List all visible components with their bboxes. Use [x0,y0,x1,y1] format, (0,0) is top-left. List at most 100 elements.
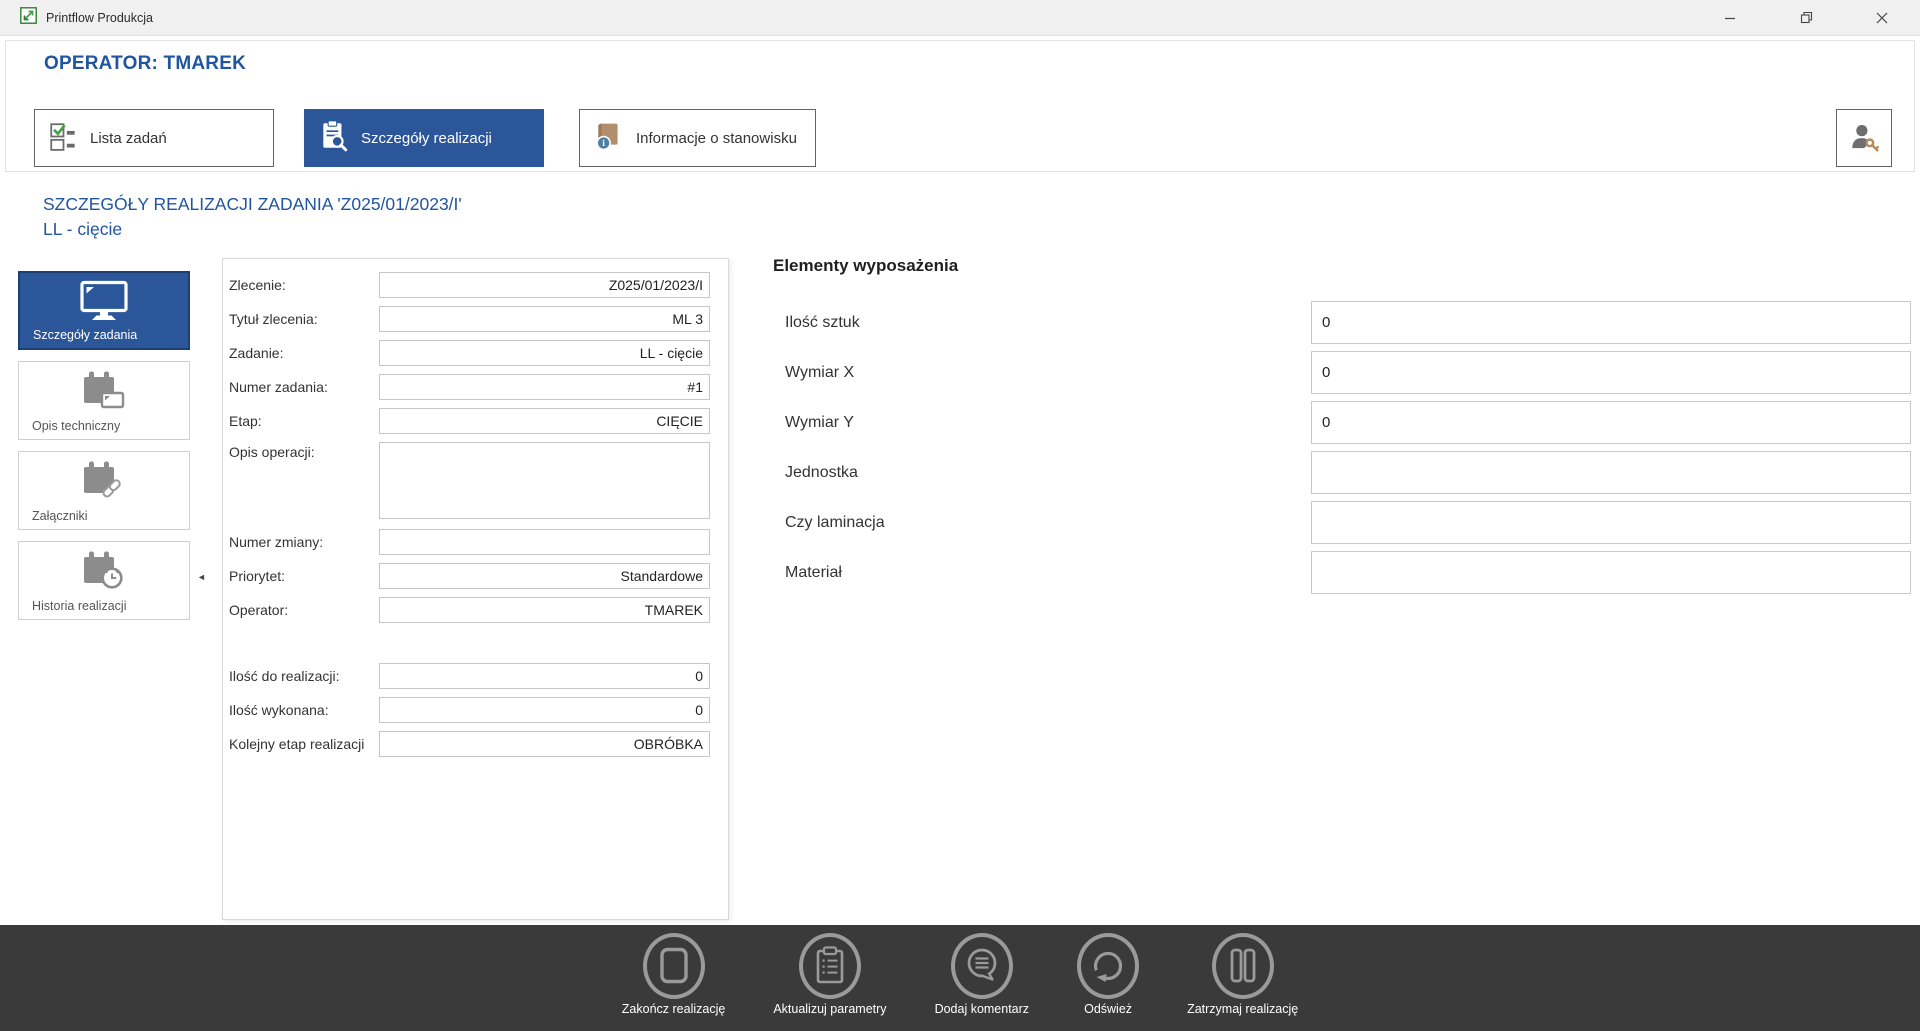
etap-input[interactable] [379,408,710,434]
form-row: Opis operacji: [229,442,710,519]
action-label: Zatrzymaj realizację [1187,1002,1298,1016]
field-label: Operator: [229,602,379,618]
header: OPERATOR: TMAREK Lista zadań [5,40,1915,172]
equipment-label: Czy laminacja [773,514,1311,532]
form-row: Ilość wykonana: [229,697,710,723]
kolejny-etap-input[interactable] [379,731,710,757]
equipment-row: Wymiar Y [773,401,1911,444]
monitor-icon [20,280,188,322]
field-label: Tytuł zlecenia: [229,311,379,327]
user-key-icon [1847,120,1881,157]
numer-zmiany-input[interactable] [379,529,710,555]
sidebar-item-opis-techniczny[interactable]: Opis techniczny [18,361,190,440]
tab-label: Informacje o stanowisku [636,130,797,147]
collapse-sidebar-arrow[interactable]: ◄ [197,572,206,582]
opis-operacji-textarea[interactable] [379,442,710,519]
sidebar: Szczegóły zadania Opis techniczny [18,271,190,620]
material-input[interactable] [1311,551,1911,594]
ilosc-wykonana-input[interactable] [379,697,710,723]
equipment-label: Wymiar Y [773,414,1311,432]
sidebar-item-label: Szczegóły zadania [33,328,137,342]
zadanie-input[interactable] [379,340,710,366]
stop-icon [643,933,705,999]
field-label: Zadanie: [229,345,379,361]
action-label: Zakończ realizację [622,1002,726,1016]
form-row: Etap: [229,408,710,434]
form-row: Operator: [229,597,710,623]
form-row: Zlecenie: [229,272,710,298]
restore-icon [1800,11,1813,24]
user-login-button[interactable] [1836,109,1892,167]
minimize-button[interactable] [1692,0,1768,35]
dodaj-komentarz-button[interactable]: Dodaj komentarz [935,933,1030,1031]
action-bar: Zakończ realizację Aktualizuj parametry [0,925,1920,1031]
equipment-row: Czy laminacja [773,501,1911,544]
jednostka-input[interactable] [1311,451,1911,494]
equipment-title: Elementy wyposażenia [773,256,1911,276]
book-info-icon: i [594,121,624,155]
equipment-row: Ilość sztuk [773,301,1911,344]
ilosc-sztuk-input[interactable] [1311,301,1911,344]
field-label: Kolejny etap realizacji [229,736,379,752]
zakoncz-realizacje-button[interactable]: Zakończ realizację [622,933,726,1031]
field-label: Opis operacji: [229,442,379,460]
close-button[interactable] [1844,0,1920,35]
page-title: SZCZEGÓŁY REALIZACJI ZADANIA 'Z025/01/20… [43,192,462,217]
titlebar: Printflow Produkcja [0,0,1920,36]
equipment-row: Materiał [773,551,1911,594]
form-row: Ilość do realizacji: [229,663,710,689]
sidebar-item-szczegoly-zadania[interactable]: Szczegóły zadania [18,271,190,350]
zlecenie-input[interactable] [379,272,710,298]
zatrzymaj-realizacje-button[interactable]: Zatrzymaj realizację [1187,933,1298,1031]
numer-zadania-input[interactable] [379,374,710,400]
sidebar-item-label: Załączniki [32,509,88,523]
equipment-label: Jednostka [773,464,1311,482]
form-row: Kolejny etap realizacji [229,731,710,757]
refresh-icon [1077,933,1139,999]
operator-input[interactable] [379,597,710,623]
odswiez-button[interactable]: Odśwież [1077,933,1139,1031]
equipment-label: Materiał [773,564,1311,582]
field-label: Numer zmiany: [229,534,379,550]
pause-icon [1212,933,1274,999]
wymiar-x-input[interactable] [1311,351,1911,394]
action-label: Aktualizuj parametry [773,1002,886,1016]
form-row: Priorytet: [229,563,710,589]
aktualizuj-parametry-button[interactable]: Aktualizuj parametry [773,933,886,1031]
tab-szczegoly-realizacji[interactable]: Szczegóły realizacji [304,109,544,167]
window-title: Printflow Produkcja [46,11,153,25]
action-label: Odśwież [1084,1002,1132,1016]
sidebar-item-label: Historia realizacji [32,599,126,613]
sidebar-item-zalaczniki[interactable]: Załączniki [18,451,190,530]
app-window: Printflow Produkcja OPERATOR: TMAREK [0,0,1920,1031]
czy-laminacja-input[interactable] [1311,501,1911,544]
form-row: Tytuł zlecenia: [229,306,710,332]
wymiar-y-input[interactable] [1311,401,1911,444]
calendar-link-icon [19,459,189,503]
task-details-panel: Zlecenie: Tytuł zlecenia: Zadanie: Numer… [222,258,729,920]
equipment-row: Wymiar X [773,351,1911,394]
tab-lista-zadan[interactable]: Lista zadań [34,109,274,167]
form-row: Numer zadania: [229,374,710,400]
sidebar-item-historia-realizacji[interactable]: Historia realizacji [18,541,190,620]
field-label: Zlecenie: [229,277,379,293]
operator-heading: OPERATOR: TMAREK [44,53,246,75]
sidebar-item-label: Opis techniczny [32,419,120,433]
minimize-icon [1724,12,1736,24]
tytul-zlecenia-input[interactable] [379,306,710,332]
priorytet-input[interactable] [379,563,710,589]
field-label: Ilość wykonana: [229,702,379,718]
ilosc-do-realizacji-input[interactable] [379,663,710,689]
field-label: Ilość do realizacji: [229,668,379,684]
clipboard-search-icon [319,120,349,156]
field-label: Priorytet: [229,568,379,584]
calendar-clock-icon [19,549,189,593]
tab-informacje-o-stanowisku[interactable]: i Informacje o stanowisku [579,109,816,167]
form-row: Numer zmiany: [229,529,710,555]
restore-button[interactable] [1768,0,1844,35]
equipment-row: Jednostka [773,451,1911,494]
equipment-label: Wymiar X [773,364,1311,382]
app-icon [20,7,37,29]
svg-text:i: i [602,138,605,149]
task-list-icon [49,122,78,155]
